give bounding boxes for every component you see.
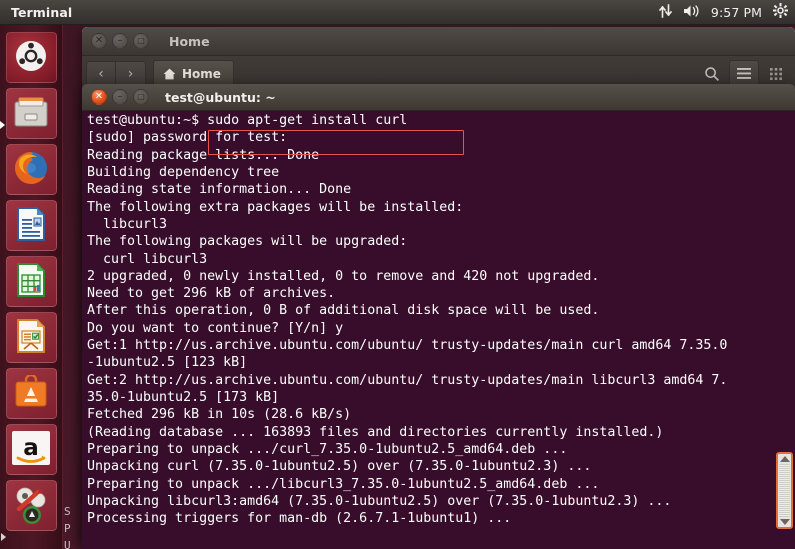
- desktop-background-text: S P U P: [64, 505, 71, 549]
- nautilus-minimize-button[interactable]: –: [112, 33, 128, 49]
- launcher-active-arrow-icon: [0, 121, 5, 129]
- system-gear-icon[interactable]: [773, 2, 788, 22]
- chevron-left-icon: ‹: [98, 65, 104, 82]
- nautilus-window-controls: ✕ – □: [82, 33, 149, 49]
- nautilus-toolbar-actions: [697, 60, 791, 87]
- launcher-item-libreoffice-calc[interactable]: [5, 256, 57, 307]
- search-button[interactable]: [697, 60, 727, 87]
- maximize-icon: □: [137, 92, 145, 101]
- libreoffice-writer-icon: [14, 206, 48, 246]
- terminal-window-title: test@ubuntu: ~: [165, 89, 276, 105]
- maximize-icon: □: [137, 36, 145, 45]
- launcher-item-libreoffice-impress[interactable]: [5, 312, 57, 363]
- launcher-item-dash[interactable]: [5, 32, 57, 83]
- grid-view-button[interactable]: [761, 60, 791, 87]
- close-icon: ✕: [94, 91, 104, 102]
- terminal-close-button[interactable]: ✕: [91, 89, 107, 105]
- launcher-item-libreoffice-writer[interactable]: [5, 200, 57, 251]
- grid-view-icon: [769, 67, 783, 81]
- nautilus-close-button[interactable]: ✕: [91, 33, 107, 49]
- terminal-window-controls: ✕ – □: [82, 89, 149, 105]
- list-view-icon: [736, 67, 752, 80]
- nautilus-window-title: Home: [169, 33, 210, 49]
- files-nautilus-icon: [12, 95, 50, 133]
- terminal-titlebar[interactable]: ✕ – □ test@ubuntu: ~: [82, 84, 795, 111]
- terminal-maximize-button[interactable]: □: [133, 89, 149, 105]
- list-view-button[interactable]: [729, 60, 759, 87]
- network-updown-icon[interactable]: [658, 3, 673, 22]
- firefox-icon: [12, 149, 50, 191]
- scrollbar-up-arrow-icon[interactable]: [779, 456, 790, 462]
- terminal-window[interactable]: ✕ – □ test@ubuntu: ~ test@ubuntu:~$ sudo…: [82, 84, 795, 549]
- breadcrumb-label: Home: [182, 66, 221, 81]
- panel-app-name[interactable]: Terminal: [11, 5, 72, 20]
- home-icon: [163, 68, 176, 80]
- amazon-icon: a: [11, 430, 51, 470]
- chevron-right-icon: ›: [127, 65, 134, 82]
- panel-indicator-area: 9:57 PM: [658, 2, 788, 22]
- system-settings-icon: [11, 484, 51, 528]
- terminal-scrollbar[interactable]: [776, 452, 793, 529]
- launcher-item-amazon[interactable]: a: [5, 424, 57, 475]
- unity-launcher: a S P U: [0, 25, 71, 549]
- launcher-item-ubuntu-software[interactable]: [5, 368, 57, 419]
- minimize-icon: –: [117, 35, 123, 46]
- svg-text:a: a: [23, 435, 39, 461]
- breadcrumb-home[interactable]: Home: [153, 60, 234, 87]
- terminal-screen[interactable]: test@ubuntu:~$ sudo apt-get install curl…: [82, 111, 795, 549]
- terminal-output[interactable]: test@ubuntu:~$ sudo apt-get install curl…: [87, 112, 727, 528]
- launcher-item-files[interactable]: [5, 88, 57, 139]
- ubuntu-software-icon: [13, 373, 49, 413]
- scrollbar-track[interactable]: [779, 464, 790, 517]
- nav-back-button[interactable]: ‹: [86, 60, 116, 87]
- nautilus-titlebar[interactable]: ✕ – □ Home: [82, 27, 795, 56]
- search-icon: [704, 66, 720, 82]
- libreoffice-calc-icon: [14, 262, 48, 302]
- launcher-item-system-settings[interactable]: [5, 480, 57, 531]
- panel-clock[interactable]: 9:57 PM: [711, 5, 762, 20]
- ubuntu-dash-icon: [13, 38, 49, 78]
- volume-icon[interactable]: [683, 3, 700, 22]
- launcher-running-pip-icon: [1, 533, 6, 541]
- scrollbar-down-arrow-icon[interactable]: [779, 519, 790, 525]
- nav-forward-button[interactable]: ›: [116, 60, 146, 87]
- libreoffice-impress-icon: [14, 318, 48, 358]
- minimize-icon: –: [117, 91, 123, 102]
- close-icon: ✕: [94, 35, 104, 46]
- nautilus-maximize-button[interactable]: □: [133, 33, 149, 49]
- terminal-minimize-button[interactable]: –: [112, 89, 128, 105]
- launcher-item-firefox[interactable]: [5, 144, 57, 195]
- ubuntu-desktop: Terminal 9:57 PM a S P U ✕ – □ Home ‹ › …: [0, 0, 795, 549]
- unity-top-panel: Terminal 9:57 PM: [0, 0, 795, 25]
